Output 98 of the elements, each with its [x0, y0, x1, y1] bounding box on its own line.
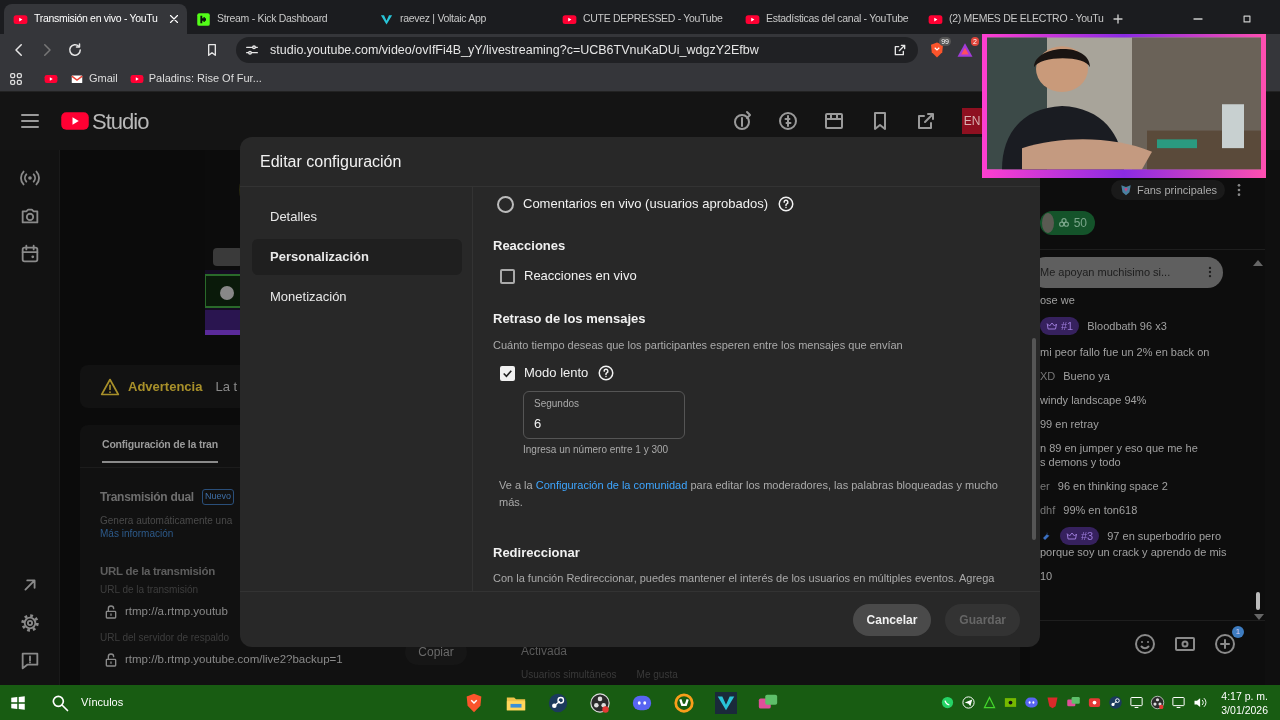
- chat-message: 99 en retray: [1040, 416, 1099, 431]
- record-icon[interactable]: [1150, 695, 1166, 710]
- studio-logo-text: Studio: [92, 107, 149, 136]
- status-value: Activada: [521, 644, 569, 658]
- start-icon[interactable]: [9, 693, 27, 712]
- description-text: Con la función Redireccionar, puedes mantener el interés de los usuarios en múltiples eventos. Agrega: [493, 571, 996, 586]
- warning-text: La t: [215, 377, 238, 396]
- bookmark-link[interactable]: Gmail: [70, 70, 118, 87]
- add-icon[interactable]: [1213, 632, 1237, 656]
- chip-icon[interactable]: [1003, 695, 1019, 710]
- avatar: [1042, 213, 1054, 233]
- nav-item[interactable]: Monetización: [252, 279, 462, 315]
- kick-logo-icon: [196, 11, 211, 27]
- steam-icon[interactable]: [1108, 695, 1124, 710]
- scrollbar-thumb[interactable]: [1032, 338, 1036, 540]
- chat-message: 99% en ton618: [1063, 502, 1138, 517]
- section-heading: Redireccionar: [493, 544, 581, 562]
- browser-tab[interactable]: Estadísticas del canal - YouTube: [736, 4, 919, 34]
- discord-icon[interactable]: [1024, 695, 1040, 710]
- phone-icon[interactable]: [940, 695, 956, 710]
- chat-author: er: [1040, 478, 1050, 493]
- speaker-icon[interactable]: [1192, 695, 1208, 710]
- browser-tab[interactable]: Transmisión en vivo - YouTu: [4, 4, 187, 34]
- triangle-icon[interactable]: [956, 41, 974, 59]
- scroll-up-icon[interactable]: [1253, 259, 1263, 266]
- share-icon[interactable]: [892, 42, 908, 58]
- warning-title: Advertencia: [128, 377, 203, 396]
- chat-message: porque soy un crack y aprendo de mis: [1040, 544, 1227, 559]
- chat-message: mi peor fallo fue un 2% en back on: [1040, 344, 1210, 359]
- community-settings-link[interactable]: Configuración de la comunidad: [535, 479, 688, 491]
- seconds-field[interactable]: Segundos 6: [523, 391, 685, 439]
- emoji-icon[interactable]: [1133, 632, 1157, 656]
- cancel-button[interactable]: Cancelar: [852, 603, 932, 636]
- section-title: URL de la transmisión: [100, 564, 215, 579]
- apps-icon[interactable]: [8, 70, 24, 87]
- monitor-icon[interactable]: [1171, 695, 1187, 710]
- scrollbar-thumb[interactable]: [1256, 591, 1260, 610]
- ring-icon[interactable]: [673, 691, 696, 714]
- settings-tab[interactable]: Configuración de la tran: [102, 437, 218, 463]
- steam-icon[interactable]: [547, 691, 570, 714]
- address-bar[interactable]: studio.youtube.com/video/ovIfFi4B_yY/livestreaming?c=UCB6TVnuKaDUi_wdgzY2Efbw: [236, 37, 918, 63]
- flower-icon: [1056, 216, 1071, 230]
- language-badge[interactable]: EN: [962, 108, 982, 134]
- help-icon[interactable]: [597, 364, 616, 382]
- rank-badge: #1: [1040, 316, 1080, 335]
- send-icon[interactable]: [961, 695, 977, 710]
- section-title: Transmisión dual: [100, 489, 194, 506]
- chat-author: XD: [1040, 368, 1056, 383]
- bookmark-link[interactable]: Paladins: Rise Of Fur...: [129, 70, 262, 87]
- option-label: Comentarios en vivo (usuarios aprobados): [523, 195, 768, 214]
- url-field[interactable]: rtmp://a.rtmp.youtub: [100, 602, 228, 622]
- rank-badge: #3: [1060, 526, 1100, 545]
- search-label[interactable]: Vínculos: [81, 694, 124, 711]
- section-heading: Reacciones: [493, 237, 567, 255]
- browser-tab[interactable]: CUTE DEPRESSED - YouTube: [553, 4, 736, 34]
- browser-tab[interactable]: Stream - Kick Dashboard: [187, 4, 370, 34]
- warning-icon: [100, 376, 120, 397]
- new-badge: Nuevo: [201, 489, 234, 505]
- chat-message: 96 en thinking space 2: [1057, 478, 1168, 493]
- chat-message: s demons y todo: [1040, 454, 1121, 469]
- chat-message: Bueno ya: [1063, 368, 1110, 383]
- crest-icon: [1118, 183, 1133, 197]
- record-icon[interactable]: [1087, 695, 1103, 710]
- nav-item[interactable]: Personalización: [252, 239, 462, 275]
- url-field[interactable]: rtmp://b.rtmp.youtube.com/live2?backup=1: [100, 650, 343, 670]
- chat-message: Bloodbath 96 x3: [1087, 318, 1167, 333]
- clock[interactable]: 4:17 p. m. 3/01/2026: [1207, 688, 1280, 717]
- browser-tab[interactable]: raevez | Voltaic App: [370, 4, 553, 34]
- browser-tab[interactable]: (2) MEMES DE ELECTRO - YouTu: [919, 4, 1110, 34]
- chat-message: 10: [1040, 568, 1053, 583]
- chat-message: n 89 en jumper y eso que me he: [1040, 440, 1198, 455]
- close-icon[interactable]: [167, 12, 181, 26]
- triangle-icon[interactable]: [982, 695, 998, 710]
- radio-button[interactable]: [497, 195, 514, 213]
- top-fans-chip[interactable]: Fans principales: [1110, 180, 1225, 200]
- section-heading: Retraso de los mensajes: [493, 310, 647, 328]
- info-text: Ve a la Configuración de la comunidad para editar los moderadores, las palabras bloqueadas y mucho más.: [499, 478, 999, 510]
- lock-icon: [103, 604, 119, 620]
- help-icon[interactable]: [776, 195, 795, 213]
- monitor-icon[interactable]: [1129, 695, 1145, 710]
- record-icon[interactable]: [589, 691, 612, 714]
- description-text: Cuánto tiempo deseas que los participantes esperen entre los mensajes que envían: [493, 338, 904, 353]
- chat-message: 97 en superbodrio pero: [1107, 528, 1221, 543]
- chat-author: dhf: [1040, 502, 1056, 517]
- v-logo-icon[interactable]: [715, 691, 738, 714]
- settings-icon[interactable]: [18, 612, 41, 634]
- helper-text: Ingresa un número entre 1 y 300: [523, 443, 670, 457]
- option-label: Modo lento: [524, 364, 589, 383]
- notification-badge: 1: [1232, 626, 1244, 638]
- scroll-down-icon[interactable]: [1254, 613, 1264, 620]
- coin-icon[interactable]: [776, 109, 800, 133]
- option-label: Reacciones en vivo: [524, 267, 637, 286]
- checkbox[interactable]: [500, 268, 515, 284]
- nav-item[interactable]: Detalles: [252, 199, 462, 235]
- chat-message: windy landscape 94%: [1040, 392, 1147, 407]
- lock-icon: [103, 652, 119, 668]
- chat-message: ose we: [1040, 292, 1075, 307]
- reload-icon[interactable]: [66, 41, 84, 59]
